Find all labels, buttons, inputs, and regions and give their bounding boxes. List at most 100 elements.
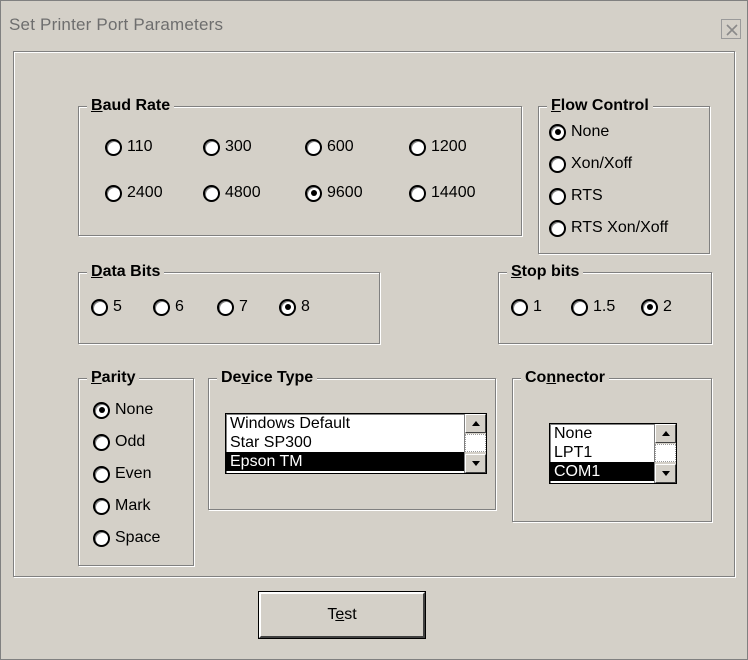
- close-icon: [726, 24, 738, 36]
- parity-group: Parity None Odd Even Mark Space: [78, 368, 194, 566]
- test-button-label: Test: [327, 606, 357, 623]
- stop-bits-radio-1-5[interactable]: 1.5: [571, 296, 615, 318]
- baud-rate-option-label: 600: [327, 138, 354, 155]
- radio-circle: [409, 184, 426, 202]
- data-bits-option-label: 5: [113, 298, 122, 315]
- radio-circle: [305, 184, 322, 202]
- baud-rate-option-label: 4800: [225, 184, 261, 201]
- close-button[interactable]: [721, 19, 741, 39]
- device-type-listbox[interactable]: Windows Default Star SP300 Epson TM: [225, 413, 487, 474]
- baud-rate-option-label: 300: [225, 138, 252, 155]
- flow-control-radio-rts-xon-xoff[interactable]: RTS Xon/Xoff: [549, 217, 668, 239]
- data-bits-radio-8[interactable]: 8: [279, 296, 310, 318]
- radio-circle: [93, 465, 110, 483]
- radio-circle: [549, 219, 566, 237]
- flow-control-radio-xon-xoff[interactable]: Xon/Xoff: [549, 153, 632, 175]
- stop-bits-radio-1[interactable]: 1: [511, 296, 542, 318]
- scroll-thumb[interactable]: [465, 434, 486, 452]
- scroll-down-button[interactable]: [655, 464, 676, 483]
- radio-circle: [93, 433, 110, 451]
- radio-circle: [279, 298, 296, 316]
- radio-circle: [203, 138, 220, 156]
- scroll-thumb[interactable]: [655, 444, 676, 462]
- connector-listbox[interactable]: None LPT1 COM1: [549, 423, 677, 484]
- connector-item-none[interactable]: None: [550, 424, 655, 443]
- data-bits-option-label: 8: [301, 298, 310, 315]
- baud-rate-option-label: 2400: [127, 184, 163, 201]
- device-type-title: Device Type: [217, 368, 318, 388]
- baud-rate-radio-4800[interactable]: 4800: [203, 182, 261, 204]
- baud-rate-radio-600[interactable]: 600: [305, 136, 354, 158]
- stop-bits-option-label: 1.5: [593, 298, 616, 315]
- test-button[interactable]: Test: [258, 591, 426, 639]
- scroll-up-button[interactable]: [655, 424, 676, 443]
- scroll-down-button[interactable]: [465, 454, 486, 473]
- baud-rate-radio-14400[interactable]: 14400: [409, 182, 476, 204]
- connector-item-lpt1[interactable]: LPT1: [550, 443, 655, 462]
- radio-circle: [93, 497, 110, 515]
- scroll-up-icon: [662, 431, 670, 436]
- stop-bits-option-label: 2: [663, 298, 672, 315]
- parity-radio-even[interactable]: Even: [93, 463, 151, 485]
- window-title: Set Printer Port Parameters: [9, 15, 224, 34]
- radio-circle: [549, 187, 566, 205]
- baud-rate-option-label: 110: [127, 138, 153, 155]
- scroll-down-icon: [472, 461, 480, 466]
- scroll-down-icon: [662, 471, 670, 476]
- radio-circle: [641, 298, 658, 316]
- stop-bits-group: Stop bits 1 1.5 2: [498, 262, 712, 344]
- parity-radio-none[interactable]: None: [93, 399, 153, 421]
- baud-rate-radio-1200[interactable]: 1200: [409, 136, 467, 158]
- parity-option-label: Even: [115, 465, 152, 482]
- radio-circle: [409, 138, 426, 156]
- parity-option-label: Mark: [115, 497, 151, 514]
- flow-control-group: Flow Control None Xon/Xoff RTS RTS Xon/Xoff: [538, 96, 710, 254]
- radio-circle: [93, 529, 110, 547]
- radio-circle: [549, 123, 566, 141]
- radio-circle: [91, 298, 108, 316]
- data-bits-radio-6[interactable]: 6: [153, 296, 184, 318]
- printer-port-dialog: Set Printer Port Parameters Baud Rate 11…: [0, 0, 748, 660]
- radio-circle: [105, 184, 122, 202]
- scroll-up-button[interactable]: [465, 414, 486, 433]
- baud-rate-option-label: 14400: [431, 184, 476, 201]
- baud-rate-option-label: 9600: [327, 184, 363, 201]
- radio-circle: [571, 298, 588, 316]
- data-bits-radio-7[interactable]: 7: [217, 296, 248, 318]
- stop-bits-radio-2[interactable]: 2: [641, 296, 672, 318]
- scroll-up-icon: [472, 421, 480, 426]
- data-bits-option-label: 6: [175, 298, 184, 315]
- baud-rate-radio-300[interactable]: 300: [203, 136, 252, 158]
- connector-scrollbar[interactable]: [654, 424, 676, 483]
- parity-title: Parity: [87, 368, 140, 388]
- flow-control-radio-none[interactable]: None: [549, 121, 609, 143]
- flow-control-option-label: RTS Xon/Xoff: [571, 219, 669, 236]
- baud-rate-radio-110[interactable]: 110: [105, 136, 153, 158]
- parity-option-label: Space: [115, 529, 161, 546]
- data-bits-title: Data Bits: [87, 262, 165, 282]
- baud-rate-option-label: 1200: [431, 138, 467, 155]
- radio-circle: [93, 401, 110, 419]
- device-type-item-windows-default[interactable]: Windows Default: [226, 414, 465, 433]
- title-bar: Set Printer Port Parameters: [1, 1, 747, 49]
- radio-circle: [305, 138, 322, 156]
- flow-control-option-label: Xon/Xoff: [571, 155, 633, 172]
- device-type-item-epson-tm[interactable]: Epson TM: [226, 452, 465, 471]
- device-type-scrollbar[interactable]: [464, 414, 486, 473]
- radio-circle: [549, 155, 566, 173]
- device-type-group: Device Type Windows Default Star SP300 Eps…: [208, 368, 496, 510]
- flow-control-option-label: RTS: [571, 187, 603, 204]
- connector-item-com1[interactable]: COM1: [550, 462, 655, 481]
- baud-rate-radio-9600[interactable]: 9600: [305, 182, 363, 204]
- data-bits-option-label: 7: [239, 298, 248, 315]
- parity-radio-mark[interactable]: Mark: [93, 495, 151, 517]
- data-bits-radio-5[interactable]: 5: [91, 296, 122, 318]
- parity-radio-odd[interactable]: Odd: [93, 431, 145, 453]
- connector-title: Connector: [521, 368, 610, 388]
- baud-rate-radio-2400[interactable]: 2400: [105, 182, 163, 204]
- connector-group: Connector None LPT1 COM1: [512, 368, 712, 522]
- device-type-item-star-sp300[interactable]: Star SP300: [226, 433, 465, 452]
- radio-circle: [217, 298, 234, 316]
- parity-radio-space[interactable]: Space: [93, 527, 160, 549]
- flow-control-radio-rts[interactable]: RTS: [549, 185, 603, 207]
